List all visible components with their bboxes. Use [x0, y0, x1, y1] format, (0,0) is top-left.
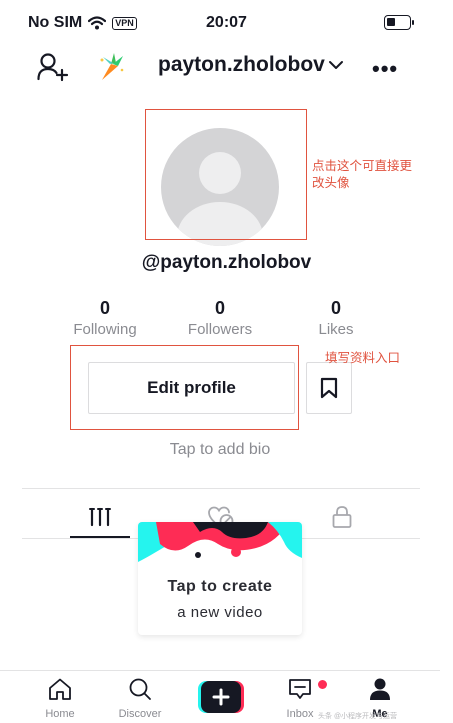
avatar-annotation-line2: 改头像 [312, 175, 350, 190]
favorites-button[interactable] [306, 362, 352, 414]
nav-home-label: Home [45, 708, 75, 720]
avatar-highlight-box [145, 109, 307, 240]
chevron-down-icon [328, 61, 343, 69]
stat-followers-label: Followers [187, 321, 253, 338]
stat-following-label: Following [73, 321, 137, 338]
create-card-title: Tap to create [167, 578, 273, 595]
bookmark-icon [320, 377, 338, 399]
nav-home[interactable]: Home [20, 677, 100, 720]
lock-icon [332, 506, 352, 528]
nav-discover[interactable]: Discover [100, 677, 180, 720]
add-friend-icon[interactable] [37, 52, 69, 82]
nav-discover-label: Discover [118, 708, 162, 720]
profile-handle: @payton.zholobov [141, 252, 312, 273]
stat-followers-value: 0 [214, 298, 225, 318]
header-username: payton.zholobov [158, 53, 325, 76]
avatar-annotation: 点击这个可直接更 改头像 [312, 157, 442, 191]
edit-profile-annotation: 填写资料入口 [325, 350, 401, 365]
plus-icon [198, 681, 244, 713]
battery-icon [384, 15, 414, 30]
home-icon [49, 678, 71, 700]
stat-likes-value: 0 [330, 298, 341, 318]
inbox-icon [289, 679, 311, 699]
card-decoration [138, 522, 302, 562]
stat-followers[interactable]: 0 Followers [165, 297, 275, 341]
more-options-icon[interactable]: ••• [372, 56, 398, 82]
header-username-switcher[interactable]: payton.zholobov [158, 53, 344, 77]
stat-following-value: 0 [99, 298, 110, 318]
stat-following[interactable]: 0 Following [50, 297, 160, 341]
edit-profile-highlight-box [70, 345, 299, 430]
tabs-top-divider [22, 488, 420, 489]
create-video-card[interactable]: Tap to create a new video [138, 522, 302, 635]
carrot-creator-icon[interactable] [94, 50, 128, 82]
person-icon [370, 678, 390, 700]
grid-icon [89, 507, 111, 527]
stat-likes[interactable]: 0 Likes [281, 297, 391, 341]
watermark: 头条 @小程序开发与运营 [318, 713, 398, 720]
create-post-button[interactable] [198, 681, 244, 713]
create-card-subtitle: a new video [177, 604, 263, 621]
stat-likes-label: Likes [318, 321, 354, 338]
bio-placeholder[interactable]: Tap to add bio [0, 441, 440, 459]
notification-dot [318, 680, 327, 689]
avatar-annotation-line1: 点击这个可直接更 [312, 158, 413, 173]
search-icon [129, 678, 151, 700]
